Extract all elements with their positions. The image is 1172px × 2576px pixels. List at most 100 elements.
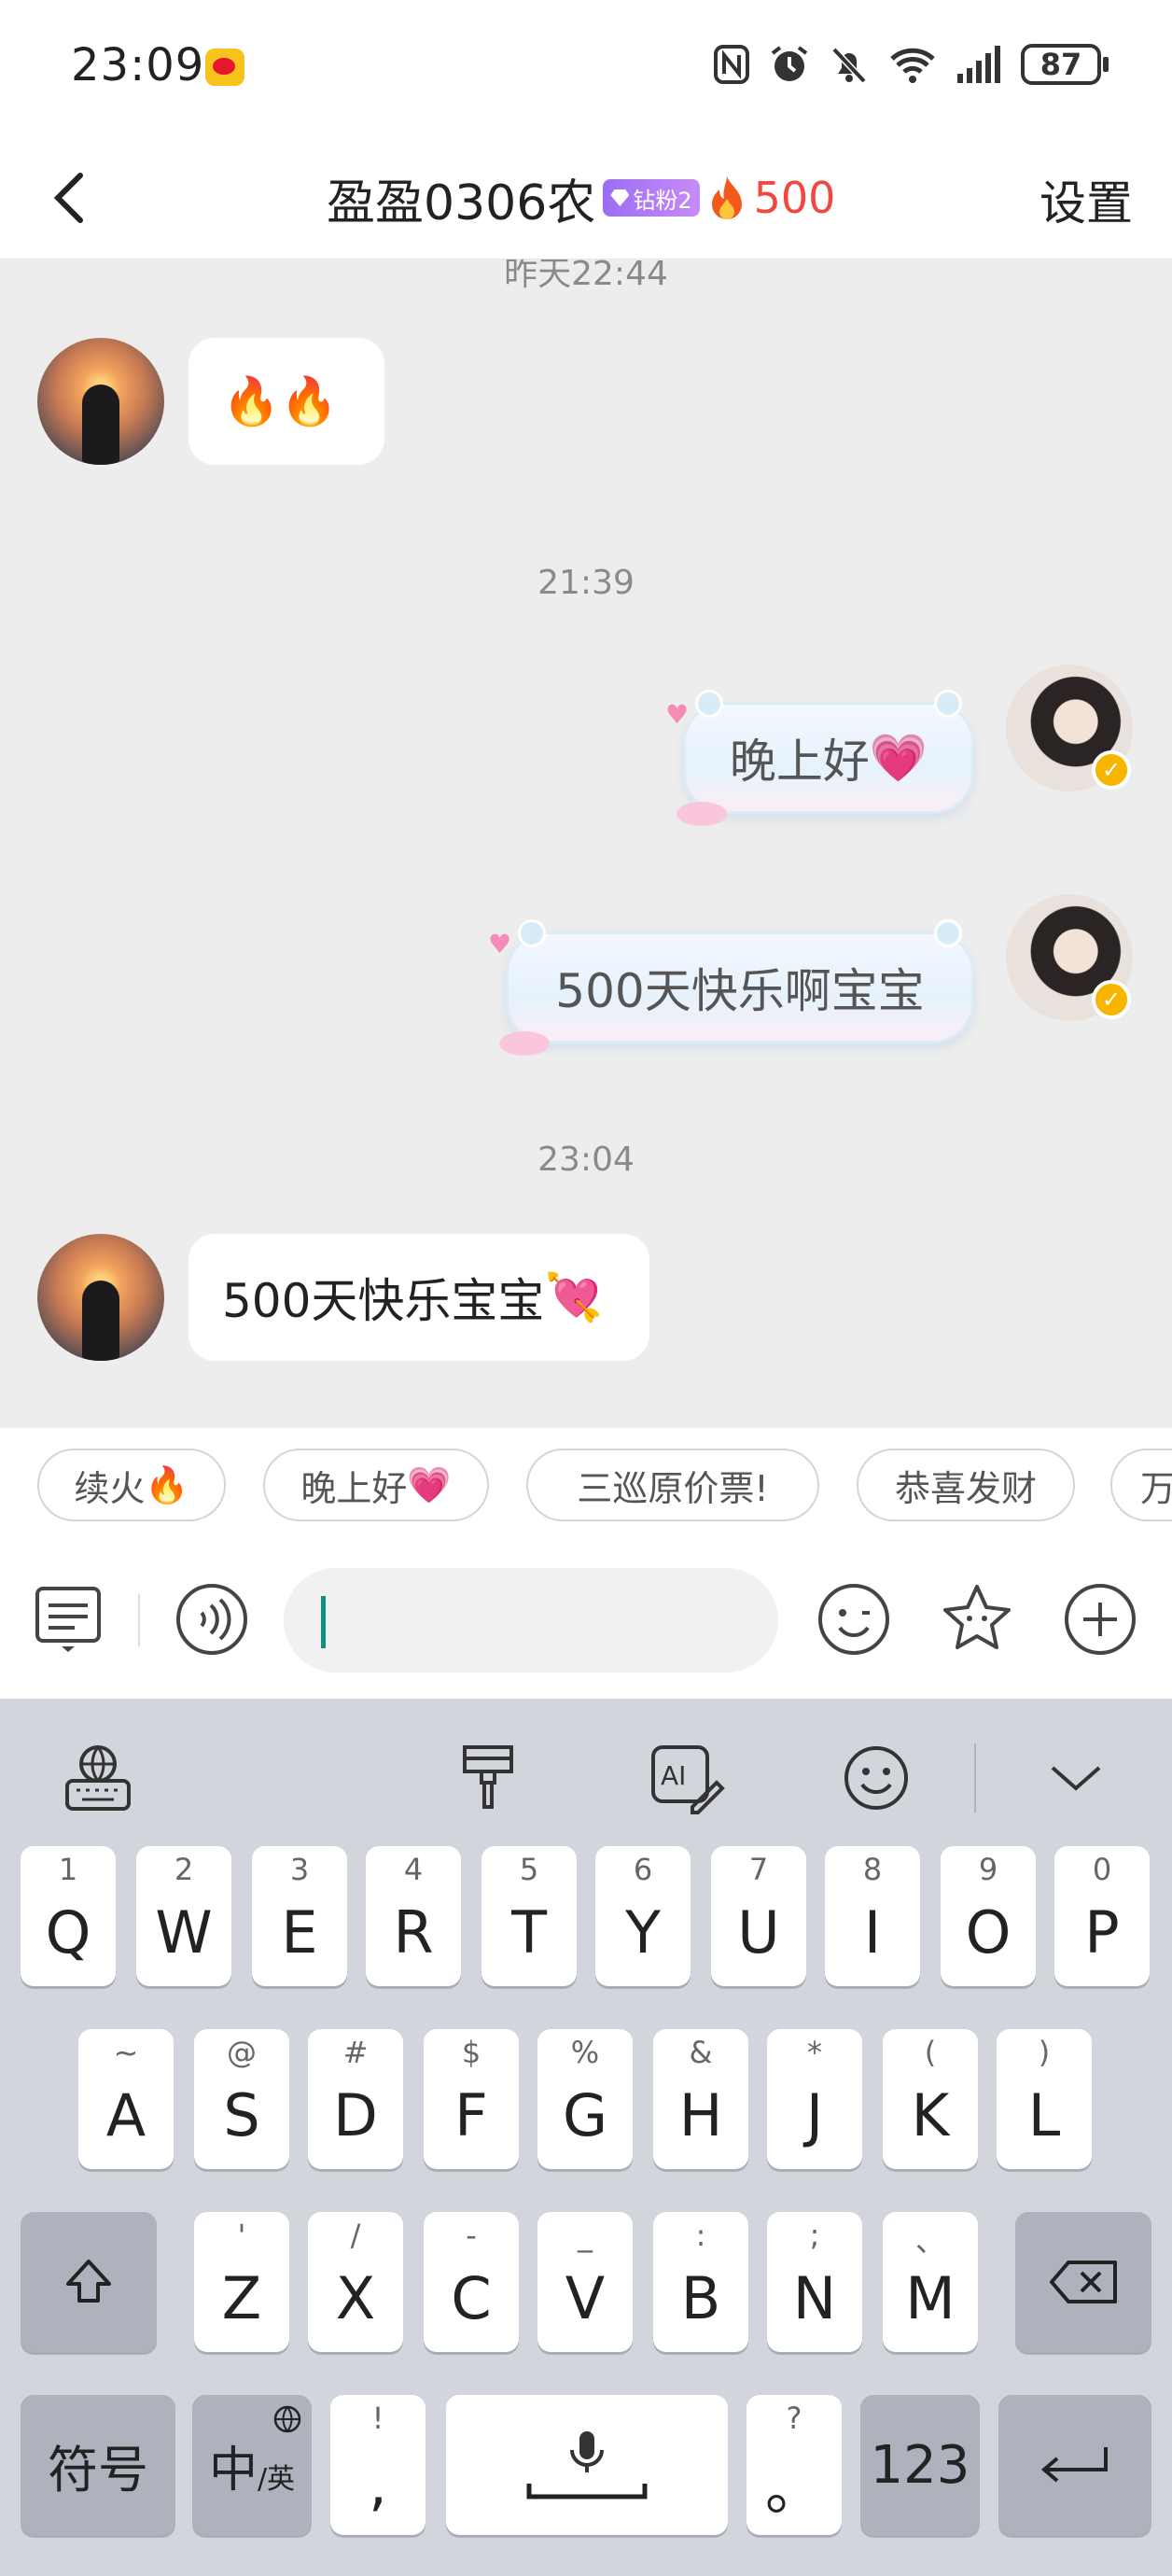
key-i[interactable]: 8I [825, 1846, 920, 1986]
key-hint: 3 [289, 1852, 310, 1887]
quick-reply-chip[interactable]: 恭喜发财 [857, 1449, 1075, 1521]
key-m[interactable]: 、 M [883, 2212, 978, 2352]
message-list[interactable]: 昨天22:44 🔥🔥 21:39 ♥ 晚上好 💗 ✓ ♥ 500天快乐啊宝宝 ✓ … [0, 259, 1172, 1428]
key-sub-label: /英 [257, 2463, 296, 2496]
key-hint: ~ [113, 2035, 139, 2070]
timestamp: 23:04 [537, 1141, 635, 1179]
add-icon[interactable] [1060, 1579, 1140, 1659]
key-label: M [905, 2263, 956, 2332]
numbers-key[interactable]: 123 [860, 2395, 980, 2535]
key-y[interactable]: 6Y [595, 1846, 691, 1986]
key-hint: ; [809, 2218, 820, 2253]
period-key[interactable]: ?。 [746, 2395, 842, 2535]
streak-count: 500 [753, 173, 836, 223]
backspace-key[interactable] [1015, 2212, 1151, 2352]
quick-reply-chip[interactable]: 三巡原价票! [526, 1449, 819, 1521]
key-k[interactable]: (K [883, 2029, 978, 2169]
contact-avatar[interactable] [37, 338, 164, 465]
key-c[interactable]: -C [424, 2212, 519, 2352]
enter-key[interactable] [998, 2395, 1151, 2535]
key-label: 中 [208, 2442, 258, 2499]
quick-reply-chip[interactable]: 续火 🔥 [37, 1449, 226, 1521]
signal-icon [957, 46, 1000, 83]
keyboard-globe-icon[interactable] [56, 1736, 140, 1820]
quick-reply-chip[interactable]: 晚上好 💗 [263, 1449, 489, 1521]
shift-key[interactable] [21, 2212, 157, 2352]
key-hint: - [466, 2218, 477, 2253]
key-hint: 0 [1092, 1852, 1112, 1887]
weibo-notification-icon [205, 49, 244, 86]
svg-text:AI: AI [661, 1760, 686, 1791]
emoji-icon[interactable] [814, 1579, 894, 1659]
key-z[interactable]: ' Z [194, 2212, 289, 2352]
key-x[interactable]: / X [308, 2212, 403, 2352]
emoji-icon[interactable] [834, 1736, 918, 1820]
key-label: V [565, 2263, 606, 2332]
key-l[interactable]: ) L [997, 2029, 1092, 2169]
message-bubble-incoming[interactable]: 500天快乐宝宝 💘 [188, 1234, 649, 1361]
sticker-icon[interactable] [937, 1579, 1017, 1659]
key-label: F [454, 2080, 488, 2149]
chevron-down-icon[interactable] [1034, 1736, 1118, 1820]
skin-brush-icon[interactable] [446, 1736, 530, 1820]
key-n[interactable]: ; N [767, 2212, 862, 2352]
settings-button[interactable]: 设置 [1039, 166, 1133, 233]
key-label: D [333, 2080, 378, 2149]
message-bubble-outgoing[interactable]: ♥ 500天快乐啊宝宝 [488, 919, 974, 1056]
enter-icon [1040, 2447, 1108, 2483]
key-label: J [805, 2080, 824, 2149]
key-b[interactable]: :B [653, 2212, 748, 2352]
chip-emoji: 💗 [407, 1463, 452, 1505]
space-key[interactable] [446, 2395, 728, 2535]
key-hint: 5 [519, 1852, 539, 1887]
key-u[interactable]: 7U [711, 1846, 806, 1986]
key-label: Y [625, 1897, 661, 1967]
back-button[interactable] [34, 161, 108, 235]
message-text: 500天快乐啊宝宝 [555, 964, 925, 1018]
message-bubble-outgoing[interactable]: ♥ 晚上好 💗 [665, 690, 974, 826]
key-g[interactable]: % G [537, 2029, 633, 2169]
key-hint: * [807, 2035, 822, 2070]
key-hint: 8 [862, 1852, 883, 1887]
key-hint: ) [1038, 2035, 1051, 2070]
key-h[interactable]: & H [653, 2029, 748, 2169]
comma-key[interactable]: !, [330, 2395, 426, 2535]
key-o[interactable]: 9O [941, 1846, 1036, 1986]
key-hint: 4 [403, 1852, 424, 1887]
message-bubble-incoming[interactable]: 🔥🔥 [188, 338, 384, 465]
battery-icon: 87 [1021, 44, 1109, 85]
chat-title[interactable]: 盈盈0306农 钻粉2 500 [327, 161, 835, 235]
key-d[interactable]: # D [308, 2029, 403, 2169]
key-q[interactable]: 1Q [21, 1846, 116, 1986]
voice-input-icon[interactable] [172, 1579, 252, 1659]
verified-badge-icon: ✓ [1092, 750, 1131, 790]
key-r[interactable]: 4R [366, 1846, 461, 1986]
symbols-key[interactable]: 符号 [21, 2395, 175, 2535]
message-input-bar [0, 1542, 1172, 1699]
key-label: 。 [764, 2455, 823, 2523]
ai-write-icon[interactable]: AI [642, 1736, 726, 1820]
key-v[interactable]: _ V [537, 2212, 633, 2352]
heart-decoration-icon: ♥ [488, 929, 512, 959]
key-label: C [451, 2263, 492, 2332]
key-label: W [155, 1897, 213, 1967]
key-e[interactable]: 3E [252, 1846, 347, 1986]
key-hint: # [342, 2035, 369, 2070]
message-input[interactable] [284, 1568, 778, 1673]
key-a[interactable]: ~ A [78, 2029, 174, 2169]
key-w[interactable]: 2W [136, 1846, 231, 1986]
language-switch-key[interactable]: 中/英 [192, 2395, 312, 2535]
microphone-icon [526, 2431, 648, 2499]
message-text: 🔥🔥 [222, 373, 339, 428]
key-f[interactable]: $ F [424, 2029, 519, 2169]
key-p[interactable]: 0P [1054, 1846, 1150, 1986]
bubble-decoration [695, 690, 723, 718]
quick-reply-chip[interactable]: 万 [1110, 1449, 1172, 1521]
key-j[interactable]: * J [767, 2029, 862, 2169]
divider [138, 1594, 140, 1646]
key-s[interactable]: @ S [194, 2029, 289, 2169]
key-t[interactable]: 5T [481, 1846, 577, 1986]
script-menu-icon[interactable] [28, 1579, 108, 1659]
key-label: 符号 [48, 2440, 148, 2499]
contact-avatar[interactable] [37, 1234, 164, 1361]
